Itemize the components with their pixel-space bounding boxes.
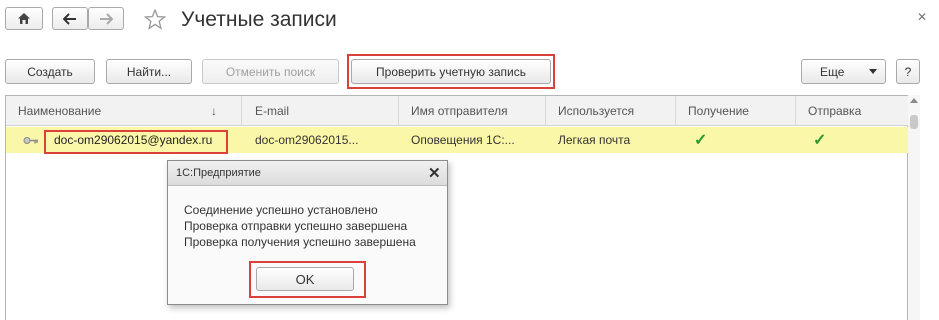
check-icon-send: ✓: [813, 132, 827, 149]
dialog-title: 1С:Предприятие: [176, 167, 261, 179]
dialog-message-line: Проверка получения успешно завершена: [184, 235, 416, 249]
sort-down-icon: ↓: [211, 104, 217, 118]
forward-button[interactable]: [88, 7, 124, 30]
arrow-right-icon: [100, 12, 113, 25]
column-header-email[interactable]: E-mail: [243, 96, 399, 126]
cell-used: Легкая почта: [558, 133, 631, 147]
scroll-thumb[interactable]: [910, 115, 918, 129]
annotation-box-ok-button: [249, 261, 366, 298]
cell-sender: Оповещения 1С:...: [411, 133, 515, 147]
create-button[interactable]: Создать: [5, 59, 95, 84]
back-button[interactable]: [52, 7, 88, 30]
cancel-search-button[interactable]: Отменить поиск: [202, 59, 339, 84]
help-button[interactable]: ?: [896, 59, 920, 84]
page-title: Учетные записи: [181, 8, 337, 31]
dialog-message-line: Соединение успешно установлено: [184, 203, 378, 217]
column-header-name[interactable]: Наименование ↓: [6, 96, 242, 126]
accounts-table: Наименование ↓ E-mail Имя отправителя Ис…: [5, 95, 909, 320]
vertical-scrollbar[interactable]: [908, 95, 920, 320]
close-icon[interactable]: ✕: [428, 164, 441, 182]
column-label: Наименование: [18, 104, 102, 118]
close-icon[interactable]: ✕: [917, 10, 927, 24]
find-button[interactable]: Найти...: [106, 59, 192, 84]
table-header: Наименование ↓ E-mail Имя отправителя Ис…: [6, 96, 909, 126]
column-header-send[interactable]: Отправка: [796, 96, 909, 126]
annotation-box-account-name: [44, 130, 228, 154]
key-icon: [23, 137, 38, 144]
more-button[interactable]: Еще: [801, 59, 886, 84]
column-header-receive[interactable]: Получение: [676, 96, 796, 126]
dialog-header: 1С:Предприятие ✕: [168, 161, 447, 186]
cell-email: doc-om29062015...: [255, 133, 359, 147]
home-button[interactable]: [5, 7, 43, 30]
dialog-message-line: Проверка отправки успешно завершена: [184, 219, 408, 233]
scroll-up-icon[interactable]: [910, 98, 918, 103]
star-icon[interactable]: [144, 9, 166, 30]
column-header-sender[interactable]: Имя отправителя: [399, 96, 546, 126]
arrow-left-icon: [63, 12, 76, 25]
more-label: Еще: [820, 64, 845, 79]
column-header-used[interactable]: Используется: [546, 96, 676, 126]
check-icon-receive: ✓: [694, 132, 708, 149]
chevron-down-icon: [869, 69, 877, 74]
annotation-box-check-button: [347, 54, 555, 89]
home-icon: [18, 13, 30, 24]
